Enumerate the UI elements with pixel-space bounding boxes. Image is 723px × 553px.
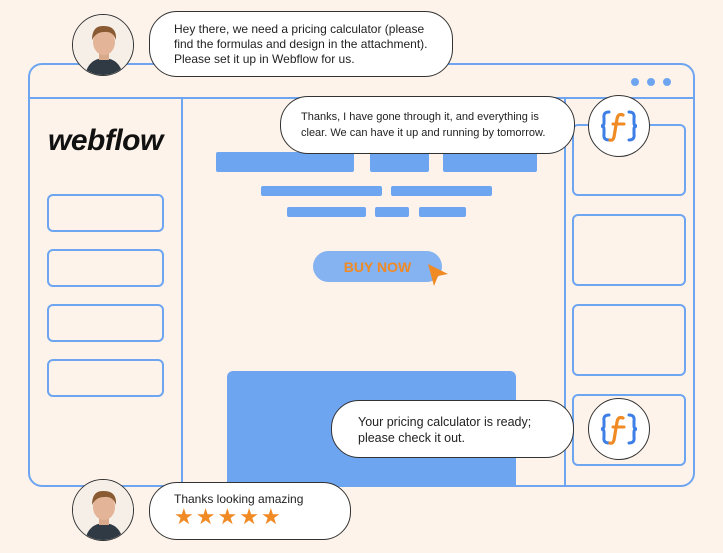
text-placeholder-bar [391,186,492,196]
text-placeholder-bar [419,207,466,217]
text-placeholder-bar [375,207,409,217]
star-icon: ★ [174,504,194,529]
window-dot-icon[interactable] [631,78,639,86]
chat-message: Your pricing calculator is ready; please… [358,415,532,445]
sidebar-item[interactable] [47,194,164,232]
sidebar-item[interactable] [47,304,164,342]
sidebar-item[interactable] [47,249,164,287]
cursor-arrow-icon [428,264,448,286]
text-placeholder-bar [261,186,382,196]
buy-now-label: BUY NOW [343,258,412,275]
star-icon: ★ [260,504,281,529]
star-icon: ★ [239,504,259,529]
window-dot-icon[interactable] [647,78,655,86]
star-icon: ★ [195,504,216,529]
star-rating: ★★★★★ [174,506,326,528]
chat-message: Thanks, I have gone through it, and ever… [301,111,546,139]
client-avatar [72,14,134,76]
chat-bubble-agency-done: Your pricing calculator is ready; please… [331,400,574,458]
window-dot-icon[interactable] [663,78,671,86]
chat-bubble-client-feedback: Thanks looking amazing ★★★★★ [149,482,351,540]
chat-bubble-agency-reply: Thanks, I have gone through it, and ever… [280,96,575,154]
right-panel-card[interactable] [572,214,686,286]
client-avatar [72,479,134,541]
webflow-logo: webflow [48,124,163,157]
buy-now-button[interactable]: BUY NOW [313,251,442,282]
text-placeholder-bar [287,207,366,217]
sidebar-item[interactable] [47,359,164,397]
curly-brace-f-icon [588,398,650,460]
right-panel-card[interactable] [572,304,686,376]
chat-message: Hey there, we need a pricing calculator … [174,22,428,66]
star-icon: ★ [217,504,238,529]
curly-brace-f-icon [588,95,650,157]
chat-bubble-client-request: Hey there, we need a pricing calculator … [149,11,453,77]
nav-placeholder-bar [370,152,429,172]
nav-placeholder-bar [443,152,537,172]
nav-placeholder-bar [216,152,354,172]
left-sidebar-divider [181,97,183,485]
